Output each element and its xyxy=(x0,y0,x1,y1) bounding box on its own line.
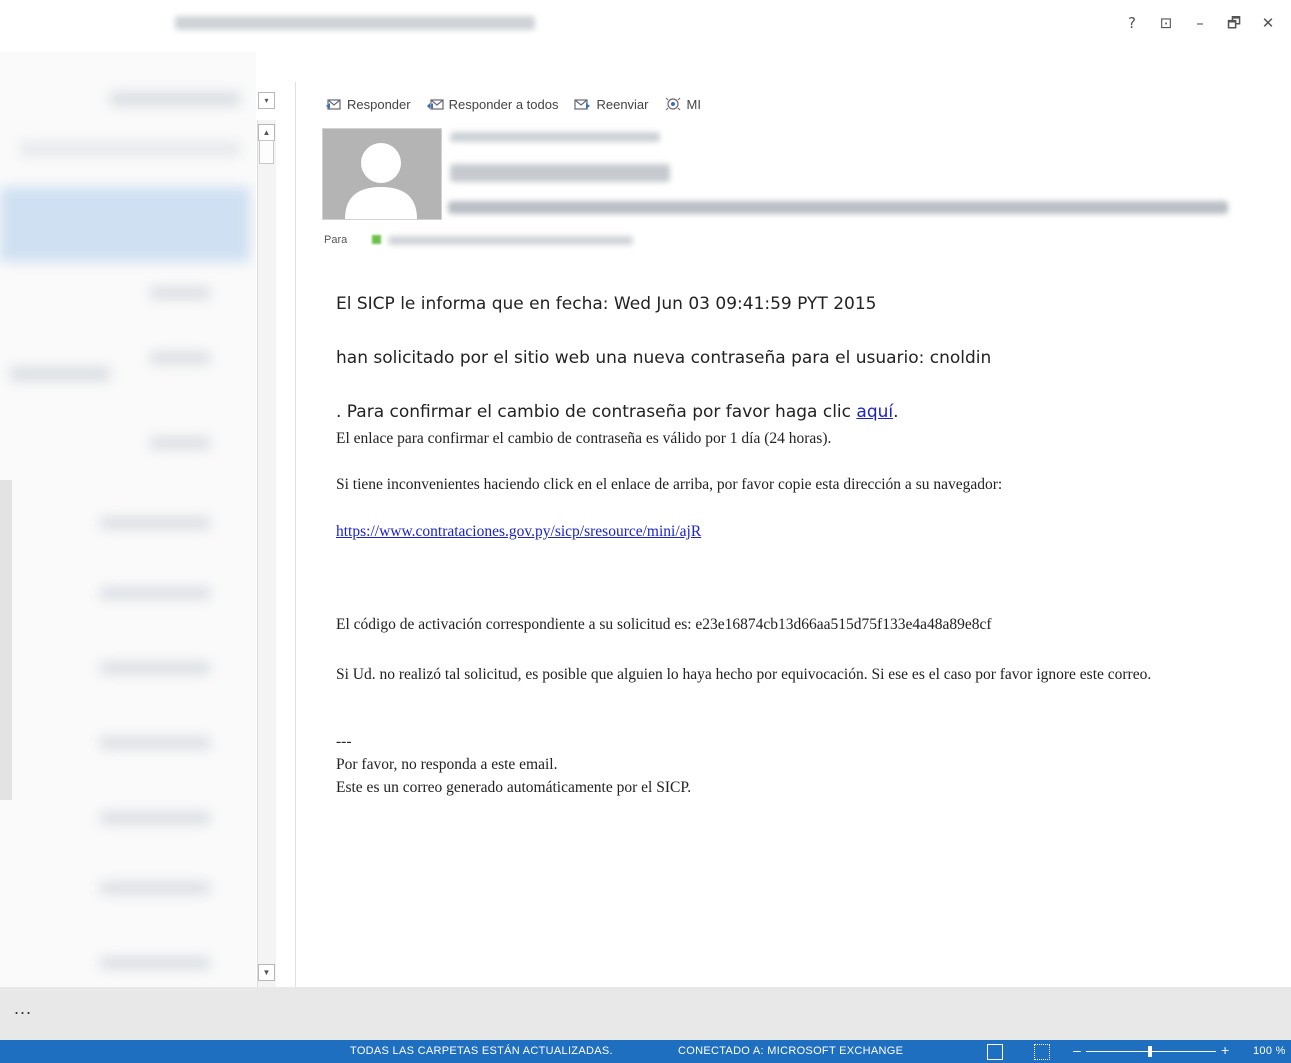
window-title-blurred xyxy=(175,16,535,30)
reply-all-icon xyxy=(426,99,444,110)
navigation-bar xyxy=(0,987,1291,1040)
window-controls: ? ⊡ – 🗗 ✕ xyxy=(1115,10,1285,36)
signature-separator: --- xyxy=(336,733,352,750)
zoom-slider-thumb[interactable] xyxy=(1147,1046,1152,1057)
help-button[interactable]: ? xyxy=(1115,10,1149,36)
body-line-date: El SICP le informa que en fecha: Wed Jun… xyxy=(336,294,877,314)
list-filter-blurred xyxy=(20,142,240,156)
title-bar: ? ⊡ – 🗗 ✕ xyxy=(0,0,1291,52)
normal-view-icon[interactable] xyxy=(987,1044,1003,1060)
zoom-out-button[interactable]: – xyxy=(1073,1042,1081,1058)
more-navigation-button[interactable]: ... xyxy=(14,998,32,1019)
connection-status: CONECTADO A: MICROSOFT EXCHANGE xyxy=(678,1045,904,1057)
zoom-level: 100 % xyxy=(1253,1045,1286,1057)
auto-generated-text: Este es un correo generado automáticamen… xyxy=(336,779,692,796)
scroll-thumb[interactable] xyxy=(259,140,274,164)
list-item[interactable] xyxy=(10,367,110,381)
reply-icon xyxy=(326,99,341,110)
mistake-text: Si Ud. no realizó tal solicitud, es posi… xyxy=(336,666,1152,683)
activation-code-text: El código de activación correspondiente … xyxy=(336,616,992,633)
body-line-confirm: . Para confirmar el cambio de contraseña… xyxy=(336,402,899,422)
pane-divider[interactable] xyxy=(295,82,296,987)
validity-text: El enlace para confirmar el cambio de co… xyxy=(336,430,832,447)
trouble-text: Si tiene inconvenientes haciendo click e… xyxy=(336,476,1003,493)
forward-button[interactable]: Reenviar xyxy=(574,96,649,112)
forward-label: Reenviar xyxy=(596,96,649,112)
sender-avatar xyxy=(322,128,442,220)
status-bar: TODAS LAS CARPETAS ESTÁN ACTUALIZADAS. C… xyxy=(0,1040,1291,1063)
instant-message-icon xyxy=(665,97,680,111)
subject-blurred xyxy=(448,201,1228,214)
reading-toolbar: Responder Responder a todos Reenviar MI xyxy=(325,92,701,116)
no-reply-text: Por favor, no responda a este email. xyxy=(336,756,558,773)
reply-label: Responder xyxy=(347,96,411,112)
confirm-link[interactable]: aquí xyxy=(856,402,893,422)
reply-all-label: Responder a todos xyxy=(448,96,559,112)
scroll-down-button[interactable]: ▼ xyxy=(258,964,275,981)
scroll-up-button[interactable]: ▲ xyxy=(258,124,275,141)
close-button[interactable]: ✕ xyxy=(1251,10,1285,36)
person-icon xyxy=(323,129,441,219)
restore-button[interactable]: 🗗 xyxy=(1217,10,1251,36)
presence-indicator xyxy=(372,235,381,244)
ribbon-display-button[interactable]: ⊡ xyxy=(1149,10,1183,36)
list-item[interactable] xyxy=(100,737,210,749)
list-header-blurred xyxy=(110,92,240,106)
folders-status: TODAS LAS CARPETAS ESTÁN ACTUALIZADAS. xyxy=(350,1045,613,1057)
im-label: MI xyxy=(686,96,701,112)
im-button[interactable]: MI xyxy=(665,97,701,112)
list-item-selected[interactable] xyxy=(0,187,250,262)
list-item[interactable] xyxy=(100,957,210,969)
list-item[interactable] xyxy=(100,812,210,824)
confirm-suffix: . xyxy=(893,402,899,422)
list-item[interactable] xyxy=(150,437,210,449)
sender-address-blurred xyxy=(450,164,670,182)
list-dropdown-button[interactable]: ▾ xyxy=(258,92,275,109)
recipient-blurred xyxy=(388,236,633,245)
list-item[interactable] xyxy=(150,287,210,299)
list-item[interactable] xyxy=(100,517,210,529)
list-item[interactable] xyxy=(100,662,210,674)
body-line-request: han solicitado por el sitio web una nuev… xyxy=(336,348,992,368)
list-scrollbar[interactable] xyxy=(257,120,276,987)
minimize-button[interactable]: – xyxy=(1183,10,1217,36)
reading-view-icon[interactable] xyxy=(1034,1044,1050,1060)
confirm-prefix: . Para confirmar el cambio de contraseña… xyxy=(336,402,857,422)
message-list-pane[interactable] xyxy=(0,52,256,987)
pane-shadow xyxy=(0,480,12,800)
list-item[interactable] xyxy=(100,587,210,599)
list-item[interactable] xyxy=(100,882,210,894)
sent-date-blurred xyxy=(450,132,660,142)
activation-url-link[interactable]: https://www.contrataciones.gov.py/sicp/s… xyxy=(336,523,701,541)
forward-icon xyxy=(574,99,591,110)
reply-all-button[interactable]: Responder a todos xyxy=(426,96,559,112)
to-label: Para xyxy=(324,234,348,246)
zoom-in-button[interactable]: + xyxy=(1221,1042,1229,1058)
list-item[interactable] xyxy=(150,352,210,364)
reply-button[interactable]: Responder xyxy=(325,97,411,112)
